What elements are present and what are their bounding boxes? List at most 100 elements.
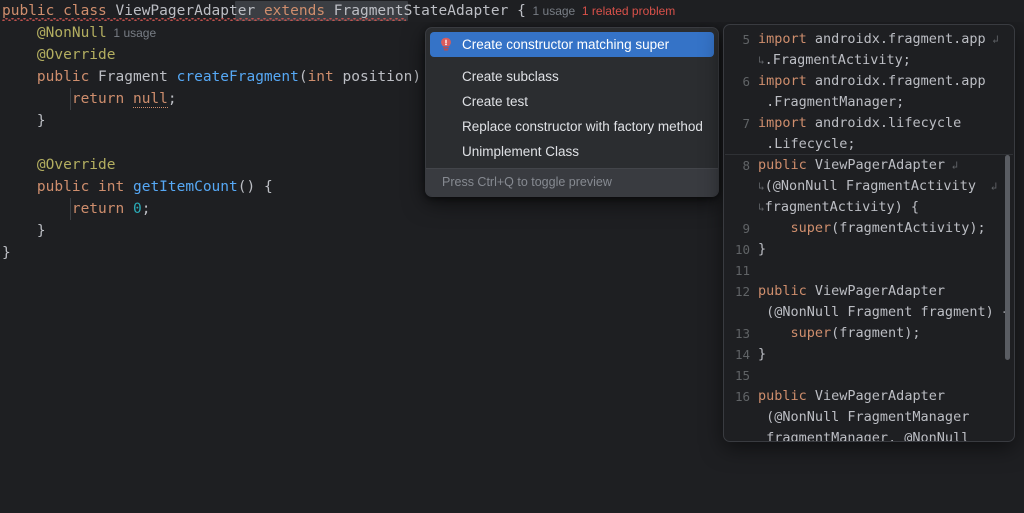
- code-token: FragmentStateAdapter: [334, 3, 509, 19]
- intention-item-1[interactable]: Create subclass: [430, 64, 714, 89]
- code-token: [325, 3, 334, 19]
- code-token: [89, 179, 98, 195]
- wrap-continuation-icon: ↲: [984, 180, 997, 193]
- code-line-return-null: return null;: [2, 88, 177, 110]
- preview-scrollbar[interactable]: [1005, 155, 1010, 360]
- intention-item-0[interactable]: Create constructor matching super: [430, 32, 714, 57]
- preview-line-text: import androidx.lifecycle: [758, 113, 961, 134]
- code-token: [508, 3, 517, 19]
- intention-item-3[interactable]: Replace constructor with factory method: [430, 114, 714, 139]
- preview-line-number: 7: [724, 113, 750, 134]
- wrap-continuation-icon: ↲: [945, 159, 958, 172]
- code-token: {: [517, 3, 526, 19]
- wrap-indicator-icon: ↳: [758, 180, 765, 193]
- preview-line-text: public ViewPagerAdapter: [758, 281, 945, 302]
- preview-line-text: public ViewPagerAdapter: [758, 386, 945, 407]
- preview-line-text: super(fragment);: [758, 323, 921, 344]
- preview-line-text: .Lifecycle;: [758, 134, 856, 155]
- intention-actions-popup[interactable]: Create constructor matching super Create …: [425, 27, 719, 197]
- preview-line-number: 16: [724, 386, 750, 407]
- intention-item-label: Create constructor matching super: [462, 38, 669, 52]
- code-token: }: [2, 113, 46, 129]
- related-problem-hint[interactable]: 1 related problem: [575, 4, 675, 18]
- code-token: ;: [142, 201, 151, 217]
- code-token: }: [2, 245, 11, 261]
- preview-line-number: 14: [724, 344, 750, 365]
- preview-line-text: (@NonNull Fragment fragment) {: [758, 302, 1010, 323]
- code-token: extends: [264, 3, 325, 19]
- intention-actions-list[interactable]: Create constructor matching super Create …: [426, 28, 718, 168]
- code-token: class: [63, 3, 107, 19]
- code-token: return: [72, 201, 124, 217]
- code-token: int: [98, 179, 124, 195]
- preview-line-text: fragmentManager, @NonNull: [758, 428, 969, 442]
- intention-item-label: Replace constructor with factory method: [462, 120, 703, 134]
- code-line-return-zero: return 0;: [2, 198, 150, 220]
- code-token: @Override: [37, 47, 116, 63]
- preview-line: 5import androidx.fragment.app ↲: [724, 29, 1014, 50]
- code-token: [89, 69, 98, 85]
- wrap-continuation-icon: ↲: [986, 33, 999, 46]
- code-token: return: [72, 91, 124, 107]
- usage-hint[interactable]: 1 usage: [107, 26, 156, 40]
- preview-line: ↳.FragmentActivity;: [724, 50, 1014, 71]
- code-token: position: [334, 69, 413, 85]
- intention-item-4[interactable]: Unimplement Class: [430, 139, 714, 164]
- code-token: [124, 179, 133, 195]
- preview-line: (@NonNull Fragment fragment) {: [724, 302, 1014, 323]
- code-token: (: [299, 69, 308, 85]
- preview-line-text: (@NonNull FragmentManager: [758, 407, 969, 428]
- preview-line: 16 public ViewPagerAdapter: [724, 386, 1014, 407]
- code-token: [168, 69, 177, 85]
- code-token: [107, 3, 116, 19]
- indent-guide: [70, 198, 71, 220]
- code-token: [54, 3, 63, 19]
- intention-preview-panel[interactable]: 5import androidx.fragment.app ↲↳.Fragmen…: [723, 24, 1015, 442]
- code-token: createFragment: [177, 69, 299, 85]
- code-token: public: [37, 69, 89, 85]
- editor-first-line-host: public class ViewPagerAdapter extends Fr…: [0, 0, 1024, 22]
- preview-line-number: 10: [724, 239, 750, 260]
- code-token: 0: [133, 201, 142, 217]
- code-token: [124, 201, 133, 217]
- code-line-close-brace-1: }: [2, 110, 46, 132]
- code-token: @Override: [37, 157, 116, 173]
- preview-line-number: 8: [724, 155, 750, 176]
- wrap-indicator-icon: ↳: [758, 201, 765, 214]
- code-line-get-item-count-decl: public int getItemCount() {: [2, 176, 273, 198]
- code-token: () {: [238, 179, 273, 195]
- code-line-close-brace-2: }: [2, 220, 46, 242]
- intention-item-label: Create subclass: [462, 70, 559, 84]
- preview-line: 8 public ViewPagerAdapter ↲: [724, 155, 1014, 176]
- code-line-nonnull-anno: @NonNull 1 usage: [2, 22, 156, 44]
- code-line-override-anno-1: @Override: [2, 44, 116, 66]
- preview-line: 9 super(fragmentActivity);: [724, 218, 1014, 239]
- code-token: [2, 157, 37, 173]
- code-token: Fragment: [98, 69, 168, 85]
- preview-line-text: }: [758, 344, 766, 365]
- preview-line: 11: [724, 260, 1014, 281]
- indent-guide: [70, 88, 71, 110]
- preview-line-number: 15: [724, 365, 750, 386]
- preview-line-text: public ViewPagerAdapter ↲: [758, 155, 958, 176]
- preview-line-text: import androidx.fragment.app ↲: [758, 29, 999, 50]
- usage-hint[interactable]: 1 usage: [526, 4, 575, 18]
- preview-line: (@NonNull FragmentManager: [724, 407, 1014, 428]
- code-token: [2, 69, 37, 85]
- preview-line-text: ↳.FragmentActivity;: [758, 50, 911, 71]
- preview-line-text: import androidx.fragment.app: [758, 71, 986, 92]
- preview-line: 6import androidx.fragment.app: [724, 71, 1014, 92]
- preview-line-text: ↳(@NonNull FragmentActivity ↲: [758, 176, 997, 197]
- preview-line: 10}: [724, 239, 1014, 260]
- code-token: int: [308, 69, 334, 85]
- code-token: [2, 25, 37, 41]
- intention-popup-footer: Press Ctrl+Q to toggle preview: [426, 168, 718, 196]
- preview-line-number: 11: [724, 260, 750, 281]
- preview-code-lines: 5import androidx.fragment.app ↲↳.Fragmen…: [724, 25, 1014, 441]
- code-token: [2, 91, 72, 107]
- code-line-override-anno-2: @Override: [2, 154, 116, 176]
- preview-line: 7 import androidx.lifecycle: [724, 113, 1014, 134]
- preview-line-number: 9: [724, 218, 750, 239]
- preview-line-text: ↳fragmentActivity) {: [758, 197, 919, 218]
- intention-item-2[interactable]: Create test: [430, 89, 714, 114]
